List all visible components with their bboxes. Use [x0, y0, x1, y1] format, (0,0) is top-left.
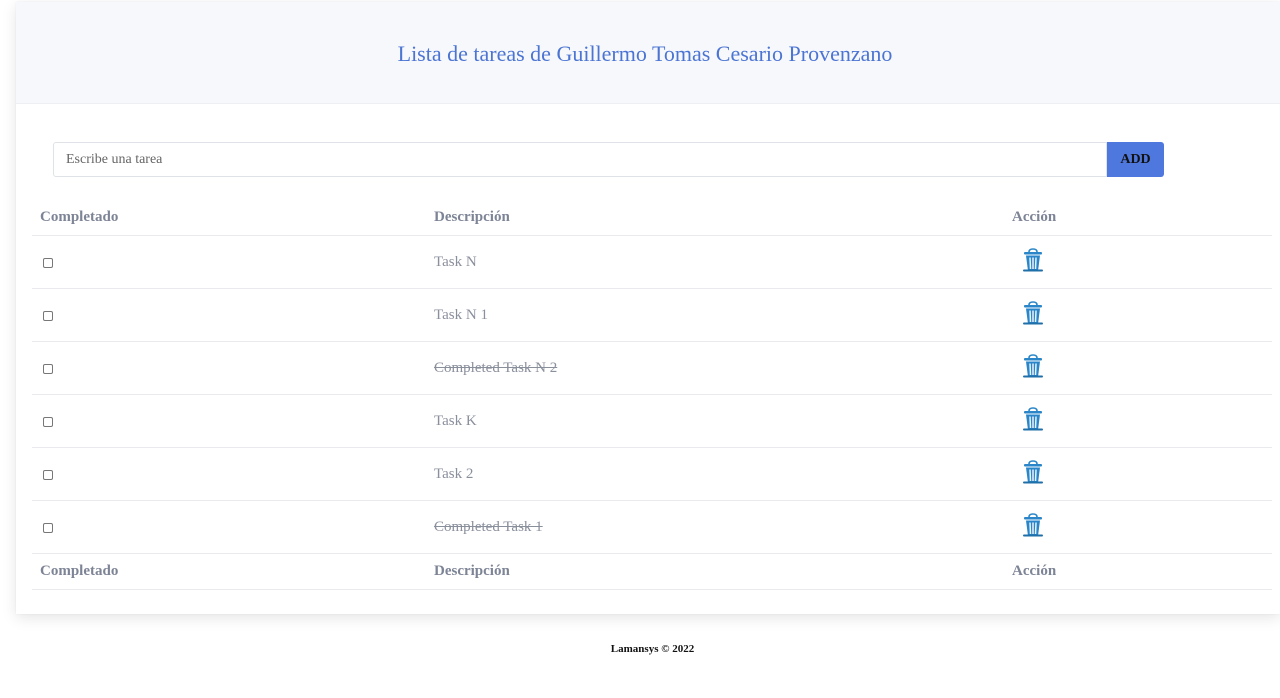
table-footer-row: Completado Descripción Acción — [32, 553, 1272, 590]
task-input[interactable] — [53, 142, 1107, 177]
header-description: Descripción — [418, 200, 996, 236]
trash-icon[interactable] — [1022, 300, 1044, 330]
table-row: Completed Task N 2 — [32, 341, 1272, 395]
tasks-table: Completado Descripción Acción Task N Tas… — [32, 200, 1272, 590]
task-description: Completed Task 1 — [418, 500, 996, 554]
trash-icon[interactable] — [1022, 459, 1044, 489]
task-checkbox[interactable] — [43, 523, 53, 534]
task-checkbox[interactable] — [43, 258, 53, 269]
trash-icon[interactable] — [1022, 247, 1044, 277]
card-header: Lista de tareas de Guillermo Tomas Cesar… — [16, 2, 1280, 104]
todo-card: Lista de tareas de Guillermo Tomas Cesar… — [16, 2, 1280, 614]
task-checkbox[interactable] — [43, 470, 53, 481]
table-header-row: Completado Descripción Acción — [32, 200, 1272, 236]
table-row: Task N 1 — [32, 288, 1272, 342]
trash-icon[interactable] — [1022, 406, 1044, 436]
footer-description: Descripción — [418, 553, 996, 590]
table-row: Task N — [32, 235, 1272, 289]
task-checkbox[interactable] — [43, 417, 53, 428]
trash-icon[interactable] — [1022, 353, 1044, 383]
task-description: Task K — [418, 394, 996, 448]
task-checkbox[interactable] — [43, 311, 53, 322]
task-description: Task N 1 — [418, 288, 996, 342]
task-description: Completed Task N 2 — [418, 341, 996, 395]
header-completed: Completado — [32, 200, 418, 236]
table-row: Task 2 — [32, 447, 1272, 501]
task-checkbox[interactable] — [43, 364, 53, 375]
page-footer: Lamansys © 2022 — [610, 643, 695, 655]
trash-icon[interactable] — [1022, 512, 1044, 542]
table-row: Task K — [32, 394, 1272, 448]
header-action: Acción — [996, 200, 1272, 236]
task-description: Task 2 — [418, 447, 996, 501]
add-button[interactable]: ADD — [1107, 142, 1164, 177]
task-description: Task N — [418, 235, 996, 289]
add-task-form: ADD — [53, 142, 1164, 177]
footer-action: Acción — [996, 553, 1272, 590]
page-title: Lista de tareas de Guillermo Tomas Cesar… — [397, 40, 893, 66]
footer-completed: Completado — [32, 553, 418, 590]
table-row: Completed Task 1 — [32, 500, 1272, 554]
